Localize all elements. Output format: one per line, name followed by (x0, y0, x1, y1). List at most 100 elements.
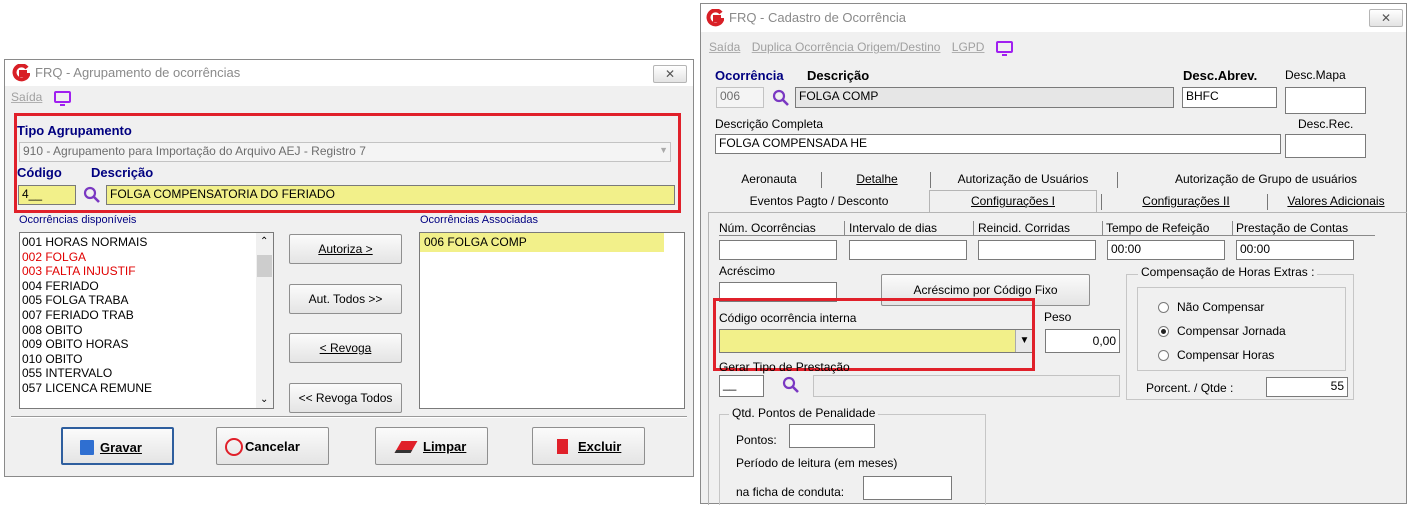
radio-jornada-label: Compensar Jornada (1177, 324, 1286, 338)
reincid-input[interactable] (978, 240, 1096, 260)
scroll-up-icon[interactable]: ⌃ (260, 236, 268, 247)
pontos-label: Pontos: (736, 433, 777, 447)
tab-configuracoes-2[interactable]: Configurações II (1106, 194, 1266, 208)
revoga-todos-label: << Revoga Todos (298, 391, 393, 405)
scroll-down-icon[interactable]: ⌄ (260, 394, 268, 405)
cadastro-menu: Saída Duplica Ocorrência Origem/Destino … (709, 40, 1021, 56)
agrupamento-menu: Saída (11, 90, 79, 106)
cancelar-button[interactable]: Cancelar (216, 427, 329, 465)
revoga-todos-button[interactable]: << Revoga Todos (289, 383, 402, 413)
tempo-refeicao-input[interactable]: 00:00 (1107, 240, 1225, 260)
autoriza-button[interactable]: Autoriza > (289, 234, 402, 264)
cancelar-label: Cancelar (245, 439, 300, 454)
radio-compensar-jornada[interactable] (1158, 326, 1169, 337)
radio-compensar-horas[interactable] (1158, 350, 1169, 361)
tab-divider (1267, 194, 1268, 210)
tab-valores-adicionais[interactable]: Valores Adicionais (1268, 194, 1404, 208)
revoga-button[interactable]: < Revoga (289, 333, 402, 363)
agrupamento-window: FRQ - Agrupamento de ocorrências ✕ Saída… (4, 59, 694, 477)
associadas-list[interactable]: 006 FOLGA COMP (419, 232, 685, 409)
scroll-thumb[interactable] (257, 255, 272, 277)
associadas-label: Ocorrências Associadas (420, 214, 538, 226)
excluir-button[interactable]: Excluir (532, 427, 645, 465)
radio-nao-compensar[interactable] (1158, 302, 1169, 313)
desc-mapa-label: Desc.Mapa (1285, 68, 1346, 82)
close-button[interactable]: ✕ (1369, 9, 1403, 27)
list-item[interactable]: 008 OBITO (20, 323, 273, 338)
tab-divider (821, 172, 822, 188)
list-item[interactable]: 001 HORAS NORMAIS (20, 235, 273, 250)
list-item[interactable]: 002 FOLGA (20, 250, 273, 265)
porcent-input[interactable]: 55 (1266, 377, 1348, 397)
list-item[interactable]: 003 FALTA INJUSTIF (20, 264, 273, 279)
search-icon[interactable] (782, 376, 800, 394)
list-item[interactable]: 004 FERIADO (20, 279, 273, 294)
tab-label: Autorização de Usuários (957, 172, 1089, 186)
acrescimo-label: Acréscimo (719, 264, 776, 278)
tab-label: Configurações II (1142, 194, 1230, 208)
desc-abrev-label: Desc.Abrev. (1183, 68, 1258, 83)
tab-divider (1117, 172, 1118, 188)
tab-aeronauta[interactable]: Aeronauta (721, 172, 817, 186)
agrupamento-title: FRQ - Agrupamento de ocorrências (35, 65, 241, 80)
reincid-label: Reincid. Corridas (978, 221, 1071, 235)
list-item[interactable]: 005 FOLGA TRABA (20, 293, 273, 308)
intervalo-dias-input[interactable] (849, 240, 967, 260)
prestacao-input[interactable]: 00:00 (1236, 240, 1354, 260)
gerar-tipo-input[interactable]: __ (719, 375, 764, 397)
menu-duplica[interactable]: Duplica Ocorrência Origem/Destino (752, 40, 941, 54)
close-button[interactable]: ✕ (653, 65, 687, 83)
label-underline (719, 235, 1375, 236)
menu-saida[interactable]: Saída (11, 90, 42, 104)
tab-eventos-pagto[interactable]: Eventos Pagto / Desconto (719, 194, 919, 208)
pontos-group-title: Qtd. Pontos de Penalidade (729, 406, 879, 420)
highlight-box (14, 113, 681, 213)
compensacao-title: Compensação de Horas Extras : (1138, 265, 1318, 279)
list-item[interactable]: 006 FOLGA COMP (420, 233, 664, 252)
menu-saida[interactable]: Saída (709, 40, 740, 54)
revoga-label: < Revoga (319, 341, 372, 355)
close-icon: ✕ (1380, 11, 1392, 25)
tab-autorizacao-usuarios[interactable]: Autorização de Usuários (933, 172, 1113, 186)
peso-input[interactable]: 0,00 (1045, 329, 1120, 353)
monitor-icon[interactable] (53, 91, 71, 106)
menu-lgpd[interactable]: LGPD (952, 40, 985, 54)
num-ocorrencias-label: Núm. Ocorrências (719, 221, 816, 235)
gravar-button[interactable]: Gravar (61, 427, 174, 465)
frq-logo-icon (706, 9, 724, 27)
aut-todos-label: Aut. Todos >> (308, 292, 383, 306)
pontos-input[interactable] (789, 424, 875, 448)
gerar-tipo-label: Gerar Tipo de Prestação (719, 360, 850, 374)
tab-configuracoes-1[interactable]: Configurações I (929, 190, 1097, 212)
num-ocorrencias-input[interactable] (719, 240, 837, 260)
monitor-icon[interactable] (995, 41, 1013, 56)
close-icon: ✕ (664, 67, 676, 81)
limpar-button[interactable]: Limpar (375, 427, 488, 465)
desc-mapa-input[interactable] (1285, 87, 1366, 114)
search-icon[interactable] (772, 89, 790, 107)
limpar-label: Limpar (423, 439, 467, 454)
ficha-input[interactable] (863, 476, 952, 500)
descricao-input[interactable]: FOLGA COMP (795, 87, 1174, 108)
desc-rec-label: Desc.Rec. (1298, 117, 1354, 131)
disponiveis-label: Ocorrências disponíveis (19, 214, 137, 226)
ocorrencia-input[interactable]: 006 (716, 87, 764, 108)
tab-label: Eventos Pagto / Desconto (749, 194, 889, 208)
list-item[interactable]: 009 OBITO HORAS (20, 337, 273, 352)
aut-todos-button[interactable]: Aut. Todos >> (289, 284, 402, 314)
tempo-refeicao-label: Tempo de Refeição (1106, 221, 1210, 235)
list-item[interactable]: 010 OBITO (20, 352, 273, 367)
tab-autorizacao-grupo[interactable]: Autorização de Grupo de usuários (1126, 172, 1406, 186)
desc-abrev-input[interactable]: BHFC (1182, 87, 1277, 108)
tab-label: Detalhe (856, 172, 898, 186)
desc-rec-input[interactable] (1285, 134, 1366, 158)
tab-detalhe[interactable]: Detalhe (827, 172, 927, 186)
col-divider (1232, 221, 1233, 235)
list-item[interactable]: 007 FERIADO TRAB (20, 308, 273, 323)
list-item[interactable]: 055 INTERVALO (20, 366, 273, 381)
disponiveis-list[interactable]: 001 HORAS NORMAIS 002 FOLGA 003 FALTA INJU… (19, 232, 274, 409)
scrollbar[interactable]: ⌃ ⌄ (256, 233, 273, 408)
list-item[interactable]: 057 LICENCA REMUNE (20, 381, 273, 396)
peso-label: Peso (1044, 310, 1072, 324)
descricao-completa-input[interactable]: FOLGA COMPENSADA HE (715, 134, 1281, 154)
